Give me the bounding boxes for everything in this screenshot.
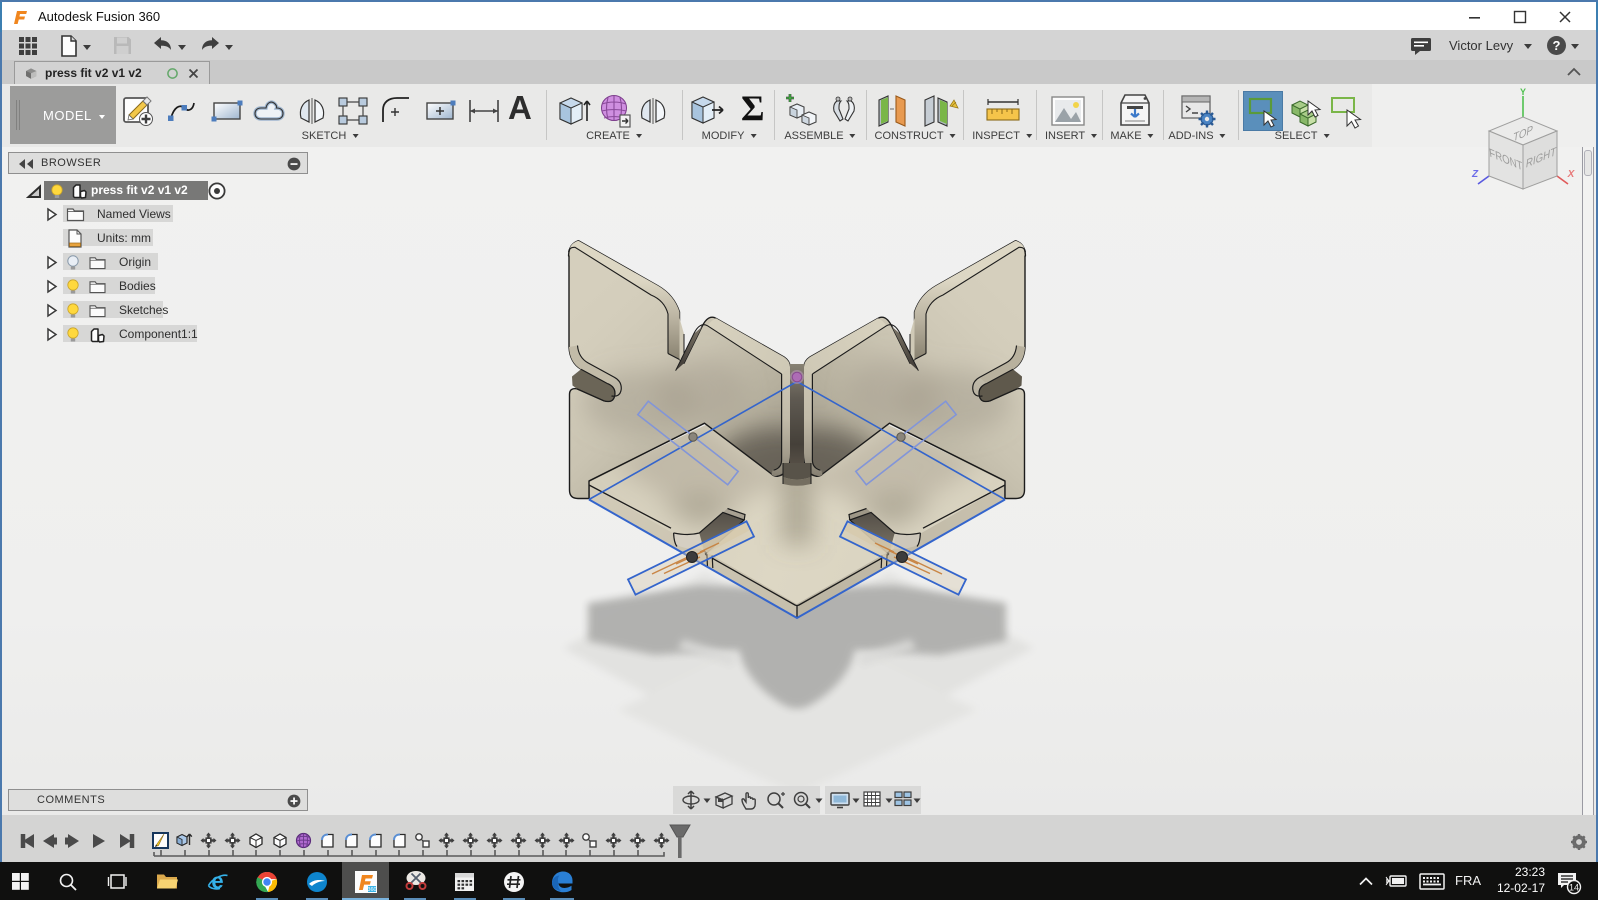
svg-text:X: X (1567, 169, 1576, 180)
svg-text:?: ? (1553, 38, 1561, 53)
svg-text:360: 360 (367, 887, 376, 893)
svg-text:Y: Y (1520, 88, 1526, 97)
svg-text:Z: Z (1471, 169, 1479, 180)
svg-text:e: e (211, 870, 223, 894)
svg-text:14: 14 (1569, 883, 1579, 893)
